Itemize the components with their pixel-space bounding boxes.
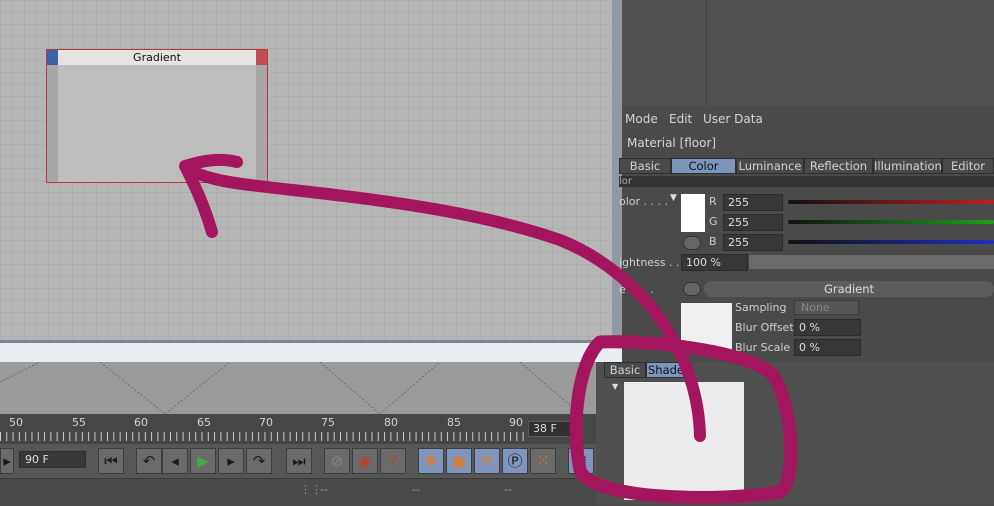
- tick-label: 60: [134, 416, 148, 429]
- menu-edit[interactable]: Edit: [669, 112, 692, 126]
- g-slider[interactable]: [788, 220, 994, 224]
- sampling-select[interactable]: None: [794, 300, 859, 315]
- tick-label: 75: [321, 416, 335, 429]
- blur-offset-field[interactable]: 0 %: [794, 319, 861, 336]
- move-icon[interactable]: ✥: [418, 448, 444, 474]
- material-title: Material [floor]: [627, 136, 717, 150]
- rotate-icon[interactable]: ⟳: [474, 448, 500, 474]
- blur-scale-field[interactable]: 0 %: [794, 339, 861, 356]
- blur-scale-label: Blur Scale: [735, 341, 791, 354]
- collapse-arrow-icon[interactable]: ▼: [612, 382, 618, 391]
- node-input-port[interactable]: [47, 50, 58, 65]
- tab-illumination[interactable]: Illumination: [873, 158, 942, 174]
- play-icon[interactable]: ▶: [190, 448, 216, 474]
- tick-label: 55: [72, 416, 86, 429]
- tick-label: 80: [384, 416, 398, 429]
- node-editor-canvas[interactable]: Gradient: [0, 0, 614, 344]
- previous-frame-icon[interactable]: ◂: [162, 448, 188, 474]
- previous-key-icon[interactable]: ↶: [136, 448, 162, 474]
- node-output-bar: [256, 65, 267, 182]
- texture-preview: [681, 303, 732, 353]
- expand-arrow-icon[interactable]: ▼: [670, 193, 677, 203]
- color-swatch[interactable]: [681, 194, 705, 232]
- help-icon[interactable]: ?: [380, 448, 406, 474]
- r-value-field[interactable]: 255: [723, 194, 783, 211]
- material-tabs: Basic Shade: [604, 362, 994, 379]
- tick-label: 50: [9, 416, 23, 429]
- grid-dots-icon[interactable]: ⁙: [530, 448, 556, 474]
- timecode-strip: ⋮⋮ -- -- --: [0, 478, 596, 506]
- end-frame-field[interactable]: 90 F: [19, 451, 86, 468]
- r-label: R: [709, 195, 717, 208]
- go-to-end-icon[interactable]: ⏭: [286, 448, 312, 474]
- transport-bar: ▸ 90 F ⏮ ↶ ◂ ▶ ▸ ↷ ⏭ ⊘ ◉ ? ✥ ▣ ⟳ Ⓟ ⁙ ≣: [0, 444, 596, 478]
- b-value-field[interactable]: 255: [723, 234, 783, 251]
- object-manager-panel: [622, 0, 994, 106]
- divider: [706, 0, 707, 106]
- attribute-tabs: Basic Color Luminance Reflection Illumin…: [619, 158, 994, 175]
- viewport[interactable]: [0, 362, 596, 414]
- tab-editor[interactable]: Editor: [942, 158, 994, 174]
- menu-user-data[interactable]: User Data: [703, 112, 763, 126]
- section-header: lor: [619, 176, 994, 187]
- node-title: Gradient: [47, 50, 267, 65]
- brightness-slider[interactable]: [749, 255, 994, 269]
- tab-reflection[interactable]: Reflection: [804, 158, 873, 174]
- tab-basic[interactable]: Basic: [604, 362, 646, 378]
- timecode-value: --: [412, 483, 420, 496]
- blur-offset-label: Blur Offset: [735, 321, 794, 334]
- play-small-icon[interactable]: ▸: [0, 448, 14, 474]
- texture-shader-button[interactable]: Gradient: [704, 281, 994, 297]
- tab-basic[interactable]: Basic: [619, 158, 671, 174]
- timecode-value: --: [320, 483, 328, 496]
- tick-label: 90: [509, 416, 523, 429]
- b-label: B: [709, 235, 717, 248]
- menu-mode[interactable]: Mode: [625, 112, 658, 126]
- next-frame-icon[interactable]: ▸: [218, 448, 244, 474]
- node-editor-bottom-bar: [0, 340, 622, 362]
- attributes-menu: Mode Edit User Data: [622, 110, 994, 130]
- gradient-node[interactable]: Gradient: [46, 49, 268, 183]
- texture-label: e . . . .: [619, 283, 654, 296]
- timeline-ruler[interactable]: [0, 432, 524, 441]
- parameter-icon[interactable]: Ⓟ: [502, 448, 528, 474]
- color-mode-button[interactable]: [683, 236, 701, 250]
- tab-color[interactable]: Color: [671, 158, 736, 174]
- g-value-field[interactable]: 255: [723, 214, 783, 231]
- viewport-grid-lines: [0, 362, 581, 414]
- timecode-value: --: [504, 483, 512, 496]
- auto-key-icon[interactable]: ◉: [352, 448, 378, 474]
- go-to-start-icon[interactable]: ⏮: [98, 448, 124, 474]
- texture-menu-button[interactable]: [683, 282, 701, 296]
- brightness-label: ightness . .: [619, 256, 680, 269]
- tick-label: 85: [447, 416, 461, 429]
- tick-label: 65: [197, 416, 211, 429]
- tab-luminance[interactable]: Luminance: [736, 158, 804, 174]
- record-disabled-icon[interactable]: ⊘: [324, 448, 350, 474]
- node-input-bar: [47, 65, 58, 182]
- color-label: olor . . . .: [619, 195, 669, 208]
- b-slider[interactable]: [788, 240, 994, 244]
- scale-icon[interactable]: ▣: [446, 448, 472, 474]
- tab-shader[interactable]: Shade: [646, 362, 686, 378]
- node-output-port[interactable]: [256, 50, 267, 65]
- tick-label: 70: [259, 416, 273, 429]
- r-slider[interactable]: [788, 200, 994, 204]
- g-label: G: [709, 215, 718, 228]
- list-icon[interactable]: ≣: [568, 448, 594, 474]
- next-key-icon[interactable]: ↷: [246, 448, 272, 474]
- sampling-label: Sampling: [735, 301, 787, 314]
- material-preview: [624, 382, 744, 500]
- brightness-field[interactable]: 100 %: [681, 254, 748, 271]
- grid-icon: ⋮⋮: [300, 483, 322, 496]
- current-frame-field[interactable]: 38 F: [528, 421, 580, 437]
